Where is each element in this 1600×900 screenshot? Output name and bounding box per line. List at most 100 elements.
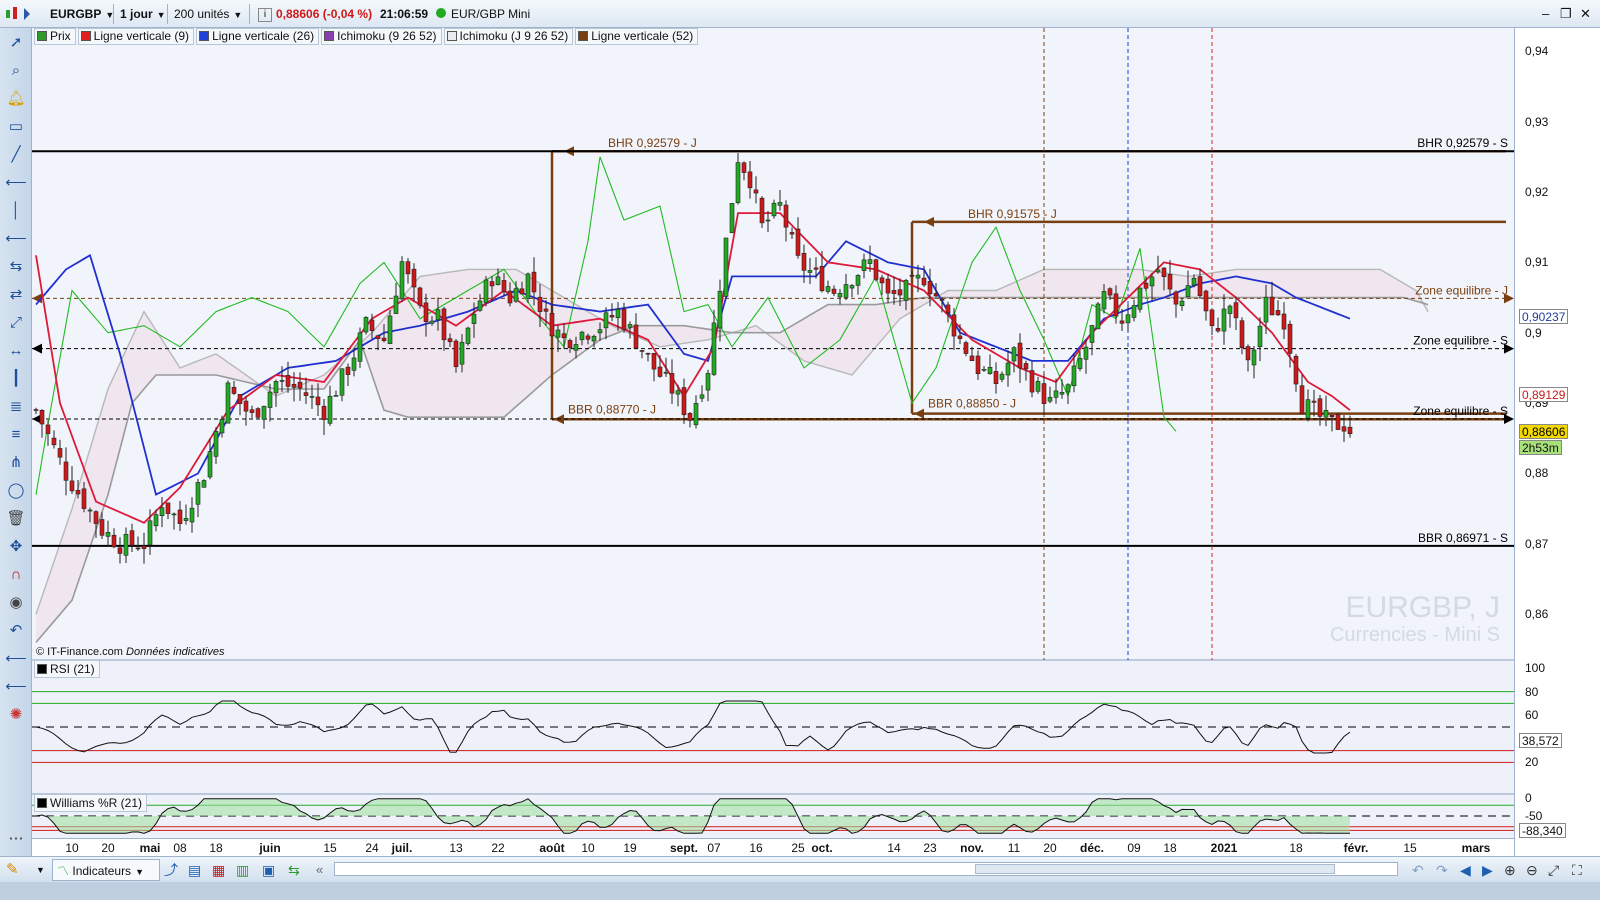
time-tick: 14 (887, 841, 901, 855)
parallel-channel-icon[interactable]: ⇄ (5, 284, 27, 306)
candle-body (87, 509, 93, 512)
scrollbar-thumb[interactable] (975, 864, 1335, 874)
trendline-icon[interactable]: ╱ (5, 144, 27, 166)
legend-ichimoku[interactable]: Ichimoku (9 26 52) (321, 28, 442, 45)
pitchfork-icon[interactable]: ⋔ (5, 452, 27, 474)
legend-ligne-52[interactable]: Ligne verticale (52) (575, 28, 699, 45)
trash-icon[interactable]: 🗑︎ (5, 508, 27, 530)
candle-body (135, 547, 141, 550)
scroll-right-icon[interactable]: ▶ (1482, 860, 1493, 880)
candle-body (1113, 293, 1119, 317)
color-wheel-icon[interactable]: ✺ (5, 704, 27, 726)
extend-line-icon[interactable]: ↔ (5, 340, 27, 362)
price-tag: 0,89129 (1519, 387, 1569, 403)
candle-body (225, 382, 231, 424)
magnet-icon[interactable]: ∩ (5, 564, 27, 586)
legend-ligne-9[interactable]: Ligne verticale (9) (77, 28, 195, 45)
horizontal-scrollbar[interactable] (334, 862, 1398, 876)
restore-icon[interactable]: ❐ (1560, 4, 1572, 24)
fit-icon[interactable]: ⤢ (1548, 860, 1559, 880)
rsi-panel-title[interactable]: RSI (21) (34, 660, 100, 678)
arrow-left-icon[interactable]: ⟵ (5, 648, 27, 670)
williams-panel-title[interactable]: Williams %R (21) (34, 794, 148, 812)
cursor-icon[interactable]: ➚ (5, 32, 27, 54)
price-tick: 0,91 (1525, 255, 1549, 270)
candle-body (753, 189, 759, 194)
candle-body (471, 313, 477, 324)
zoom-out-icon[interactable]: ⊖ (1526, 860, 1538, 880)
pencil-menu-icon[interactable]: ▼ (36, 860, 45, 880)
scroll-left-icon[interactable]: ◀ (1460, 860, 1471, 880)
arrow-left-2-icon[interactable]: ⟵ (5, 676, 27, 698)
candle-body (285, 375, 291, 387)
channel-icon[interactable]: ⇆ (5, 256, 27, 278)
redo-icon[interactable]: ↷ (1436, 860, 1448, 880)
chart-type-icon[interactable] (4, 4, 38, 24)
legend-prix[interactable]: Prix (34, 28, 76, 45)
vertical-marker-icon[interactable]: ┃ (5, 368, 27, 390)
scroll-left-fast-icon[interactable]: « (316, 860, 323, 880)
candle-body (189, 507, 195, 523)
candle-body (309, 396, 315, 398)
candle-body (891, 290, 897, 294)
regression-icon[interactable]: ⤢ (5, 312, 27, 334)
candle-body (399, 261, 405, 299)
ellipse-icon[interactable]: ◯ (5, 480, 27, 502)
arrow-line-icon[interactable]: ⟵ (5, 228, 27, 250)
legend-ligne-26[interactable]: Ligne verticale (26) (196, 28, 320, 45)
undo-draw-icon[interactable]: ↶ (5, 620, 27, 642)
price-axis[interactable]: 0,94 0,93 0,92 0,91 0,9 0,89 0,88 0,87 0,86 0,902… (1514, 28, 1600, 872)
minimize-icon[interactable]: – (1542, 4, 1549, 24)
candle-body (933, 293, 939, 297)
candle-body (519, 288, 525, 295)
candle-body (39, 409, 45, 425)
candle-body (1041, 383, 1047, 404)
candle-body (945, 304, 951, 314)
candle-body (591, 335, 597, 342)
symbol-selector[interactable]: EURGBP ▼ (44, 4, 114, 24)
legend-ichimoku-j[interactable]: Ichimoku (J 9 26 52) (443, 28, 574, 45)
time-tick: 20 (101, 841, 115, 855)
info-icon[interactable]: i (258, 8, 272, 22)
price-tag: 0,88606 (1519, 423, 1569, 439)
candle-body (573, 344, 579, 351)
indicators-button[interactable]: 〽 Indicateurs ▼ (52, 859, 160, 881)
horizontal-line-icon[interactable]: ⟵ (5, 172, 27, 194)
calculator-icon[interactable]: ▦ (212, 860, 225, 880)
candle-body (1089, 325, 1095, 343)
candle-body (1077, 358, 1083, 369)
price-change: 0,88606 (-0,04 %) (276, 7, 373, 21)
price-chart[interactable]: BHR 0,92579 - J BBR 0,88770 - J BHR 0,9157… (32, 28, 1514, 838)
more-tools-icon[interactable]: ⋯ (5, 828, 27, 850)
candle-body (165, 502, 171, 514)
fibonacci-icon[interactable]: ≣ (5, 396, 27, 418)
close-icon[interactable]: ✕ (1580, 4, 1591, 24)
eye-icon[interactable]: ◉ (5, 592, 27, 614)
levels-icon[interactable]: ≡ (5, 424, 27, 446)
time-axis[interactable]: 10 20 mai 08 18 juin 15 24 juil. 13 22 août 10 19 sept… (32, 838, 1514, 857)
legend-swatch (80, 31, 91, 41)
ruler-icon[interactable]: ▭ (5, 116, 27, 138)
vertical-line-icon[interactable]: │ (5, 200, 27, 222)
candle-body (483, 279, 489, 303)
export-icon[interactable]: ⇆ (288, 860, 300, 880)
comment-icon[interactable]: ▤ (188, 860, 201, 880)
zoom-in-icon[interactable]: ⊕ (1504, 860, 1516, 880)
undo-icon[interactable]: ↶ (1412, 860, 1424, 880)
compare-icon[interactable]: ▥ (236, 860, 249, 880)
share-icon[interactable]: ⤴ (164, 860, 178, 880)
time-tick: 13 (449, 841, 463, 855)
screenshot-icon[interactable]: ▣ (262, 860, 275, 880)
alert-bell-icon[interactable]: 🔔︎ (5, 88, 27, 110)
candle-body (1335, 413, 1341, 430)
period-selector[interactable]: 1 jour ▼ (114, 4, 168, 24)
fullscreen-icon[interactable]: ⛶ (1572, 860, 1582, 880)
units-selector[interactable]: 200 unités ▼ (168, 4, 250, 24)
move-icon[interactable]: ✥ (5, 536, 27, 558)
zoom-icon[interactable]: ⌕ (5, 60, 27, 82)
pencil-icon[interactable]: ✎ (6, 860, 19, 880)
candle-body (1233, 302, 1239, 319)
candle-body (1269, 296, 1275, 316)
candle-body (387, 315, 393, 344)
instrument-name: EUR/GBP Mini (451, 7, 531, 21)
